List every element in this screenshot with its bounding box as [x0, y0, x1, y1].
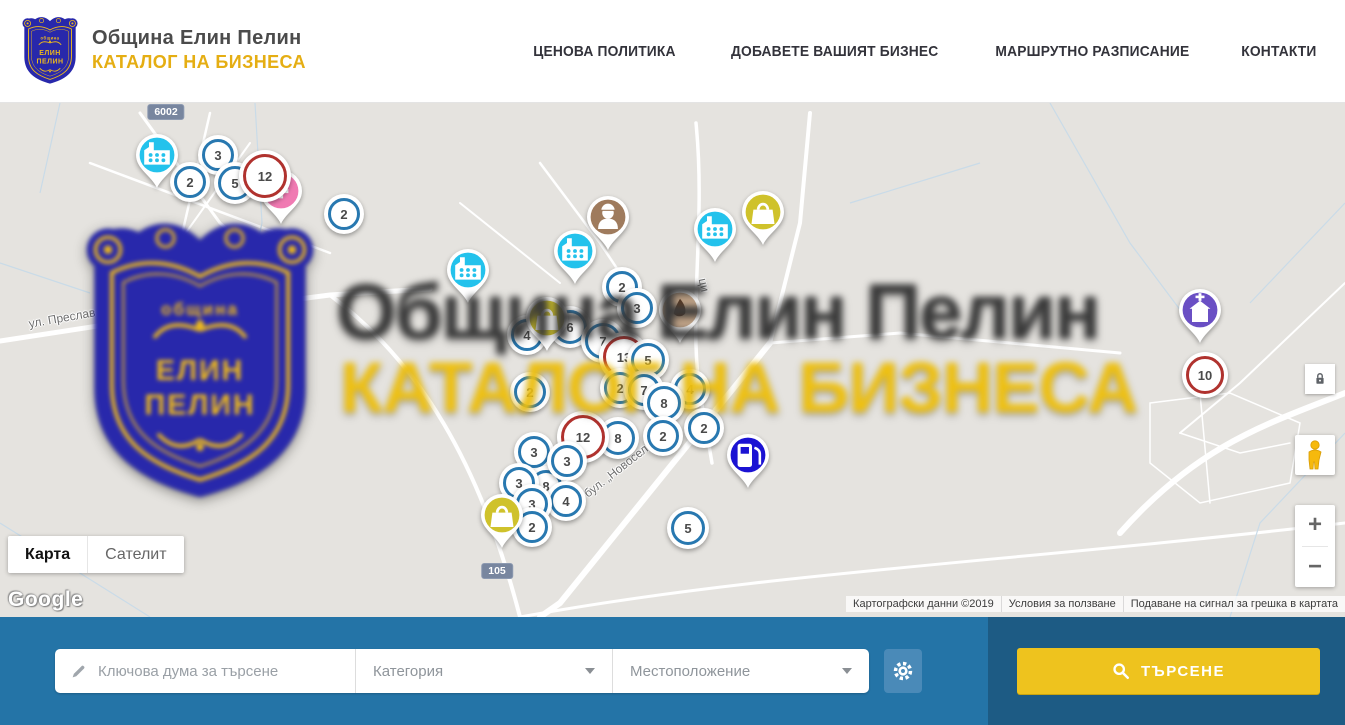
brand-text: Община Елин Пелин КАТАЛОГ НА БИЗНЕСА: [92, 27, 306, 73]
map-pin-factory[interactable]: [693, 207, 737, 268]
nav-item-route-schedule[interactable]: МАРШРУТНО РАЗПИСАНИЕ: [996, 43, 1190, 60]
header: община ЕЛИН ПЕЛИН Община Елин Пелин КАТА…: [0, 0, 1345, 103]
chevron-down-icon: [842, 668, 852, 674]
search-button[interactable]: ТЪРСЕНЕ: [1017, 648, 1320, 694]
nav-item-add-business[interactable]: ДОБАВЕТЕ ВАШИЯТ БИЗНЕС: [731, 43, 938, 60]
road-number-badge: 6002: [147, 104, 184, 120]
location-dropdown-label: Местоположение: [630, 663, 750, 680]
site-title: Община Елин Пелин: [92, 27, 306, 50]
map-pin-bag[interactable]: [525, 296, 569, 357]
map-cluster-marker[interactable]: 10: [1182, 352, 1228, 398]
search-icon: [1112, 662, 1130, 680]
zoom-out-button[interactable]: −: [1295, 547, 1335, 588]
nav-item-pricing[interactable]: ЦЕНОВА ПОЛИТИКА: [533, 43, 675, 60]
advanced-settings-button[interactable]: [884, 649, 922, 693]
google-logo[interactable]: Google: [8, 588, 83, 612]
search-input[interactable]: [98, 663, 338, 680]
map-pin-bag[interactable]: [741, 190, 785, 251]
report-map-error-link[interactable]: Подаване на сигнал за грешка в картата: [1123, 596, 1345, 612]
map-copyright-text: Картографски данни ©2019: [846, 596, 1001, 612]
zoom-in-button[interactable]: +: [1295, 505, 1335, 546]
pegman-street-view-control[interactable]: [1295, 435, 1335, 475]
terms-of-use-link[interactable]: Условия за ползване: [1001, 596, 1123, 612]
map-cluster-marker[interactable]: 3: [547, 441, 587, 481]
map-cluster-marker[interactable]: 2: [510, 372, 550, 412]
category-dropdown[interactable]: Категория: [356, 649, 613, 693]
zoom-control: + −: [1295, 505, 1335, 587]
map-cluster-marker[interactable]: 2: [643, 416, 683, 456]
crest-top-label: община: [41, 35, 60, 40]
map-type-map-button[interactable]: Карта: [8, 536, 87, 573]
crest-name-line2: ПЕЛИН: [36, 59, 63, 66]
map-cluster-marker[interactable]: 12: [239, 150, 291, 202]
main-navigation: ЦЕНОВА ПОЛИТИКА ДОБАВЕТЕ ВАШИЯТ БИЗНЕС М…: [527, 0, 1320, 103]
map-cluster-marker[interactable]: 2: [324, 194, 364, 234]
lock-icon[interactable]: [1305, 364, 1335, 394]
map-pin-church[interactable]: [1178, 288, 1222, 349]
map-pin-factory[interactable]: [446, 248, 490, 309]
brand[interactable]: община ЕЛИН ПЕЛИН Община Елин Пелин КАТА…: [22, 15, 306, 85]
pencil-icon: [70, 663, 87, 680]
map-cluster-marker[interactable]: 2: [684, 408, 724, 448]
nav-item-contacts[interactable]: КОНТАКТИ: [1241, 43, 1316, 60]
search-button-label: ТЪРСЕНЕ: [1141, 663, 1225, 680]
map-attribution: Картографски данни ©2019 Условия за полз…: [846, 596, 1345, 612]
map-type-switch: Карта Сателит: [8, 536, 184, 573]
municipality-crest-logo: община ЕЛИН ПЕЛИН: [22, 15, 78, 85]
chevron-down-icon: [585, 668, 595, 674]
map-pin-factory[interactable]: [135, 133, 179, 194]
site-subtitle: КАТАЛОГ НА БИЗНЕСА: [92, 52, 306, 73]
map-type-satellite-button[interactable]: Сателит: [87, 536, 183, 573]
search-fields-group: Категория Местоположение: [55, 649, 869, 693]
map-cluster-marker[interactable]: 5: [667, 507, 709, 549]
search-bar: Категория Местоположение ТЪРСЕНЕ: [0, 617, 1345, 725]
map-pin-flame[interactable]: [658, 288, 702, 349]
map-pin-bag[interactable]: [480, 493, 524, 554]
category-dropdown-label: Категория: [373, 663, 443, 680]
keyword-field[interactable]: [55, 649, 356, 693]
map-canvas[interactable]: 6002105ул. Преславбул. „Новоселци 325122…: [0, 103, 1345, 617]
location-dropdown[interactable]: Местоположение: [613, 649, 869, 693]
map-pin-worker[interactable]: [586, 195, 630, 256]
crest-name-line1: ЕЛИН: [39, 50, 61, 57]
map-cluster-marker[interactable]: 4: [546, 481, 586, 521]
map-pin-fuel[interactable]: [726, 433, 770, 494]
road-number-badge: 105: [481, 563, 513, 579]
page: 6002105ул. Преславбул. „Новоселци 325122…: [0, 0, 1345, 725]
gear-icon: [892, 660, 914, 682]
